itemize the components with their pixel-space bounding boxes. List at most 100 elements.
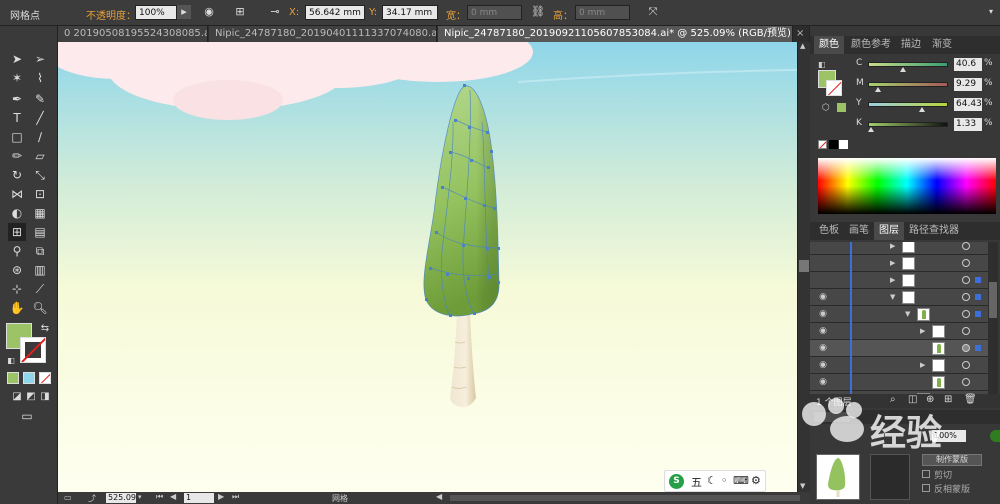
magenta-slider[interactable]: M 9.29 % <box>856 78 996 92</box>
width-tool-icon[interactable]: ⋈ <box>8 185 26 203</box>
black-input[interactable]: 1.33 <box>954 118 982 131</box>
layers-scrollbar[interactable] <box>988 242 998 394</box>
scroll-down-icon[interactable]: ▼ <box>800 482 805 490</box>
next-artboard-icon[interactable]: ▶ <box>218 492 224 501</box>
color-stroke-swatch[interactable] <box>826 80 842 96</box>
visibility-eye-icon[interactable]: ◉ <box>818 360 828 370</box>
make-mask-button[interactable]: 制作蒙版 <box>922 454 982 466</box>
color-spectrum[interactable] <box>818 158 996 214</box>
hand-tool-icon[interactable]: ✋ <box>8 299 26 317</box>
pencil-tool-icon[interactable]: ✏ <box>8 147 26 165</box>
yellow-slider[interactable]: Y 64.43 % <box>856 98 996 112</box>
cyan-slider[interactable]: C 40.6 % <box>856 58 996 72</box>
default-colors-icon[interactable]: ◧ <box>2 352 20 370</box>
layer-row[interactable]: ◉ ▼ <box>810 289 988 306</box>
mesh-tool-icon[interactable]: ⊞ <box>8 223 26 241</box>
locate-object-icon[interactable]: ⌕ <box>890 394 896 405</box>
eyedropper-tool-icon[interactable]: ⚲ <box>8 242 26 260</box>
tab-color[interactable]: 颜色 <box>814 36 844 54</box>
tab-gradient[interactable]: 渐变 <box>927 36 957 54</box>
last-artboard-icon[interactable]: ⏭ <box>232 492 239 502</box>
layer-row[interactable]: ◉ <box>810 374 988 391</box>
slice-tool-icon[interactable]: ⟋ <box>31 280 49 298</box>
tab-color-guide[interactable]: 颜色参考 <box>846 36 896 54</box>
x-input[interactable]: 56.642 mm <box>305 5 365 20</box>
visibility-eye-icon[interactable]: ◉ <box>818 309 828 319</box>
opacity-label[interactable]: 不透明度： <box>86 7 136 22</box>
black-slider[interactable]: K 1.33 % <box>856 118 996 132</box>
export-icon[interactable]: ⤴ <box>88 493 96 504</box>
direct-selection-tool-icon[interactable]: ➢ <box>31 50 49 68</box>
tab-transparency[interactable] <box>814 412 850 422</box>
curvature-tool-icon[interactable]: ✎ <box>31 90 49 108</box>
draw-inside-icon[interactable]: ◨ <box>36 388 54 406</box>
none-color-icon[interactable] <box>818 140 827 149</box>
pen-tool-icon[interactable]: ✒ <box>8 90 26 108</box>
lasso-tool-icon[interactable]: ⌇ <box>31 69 49 87</box>
y-input[interactable]: 34.17 mm <box>382 5 438 20</box>
layer-row[interactable]: ◉▶ <box>810 357 988 374</box>
first-artboard-icon[interactable]: ⏮ <box>156 492 163 502</box>
panel-menu-icon[interactable]: ▾ <box>984 5 998 19</box>
zoom-input[interactable]: 525.09 <box>106 493 136 503</box>
tab-swatches[interactable]: 色板 <box>814 222 844 240</box>
gamut-swatch[interactable] <box>837 103 846 112</box>
line-tool-icon[interactable]: ╱ <box>31 109 49 127</box>
rectangle-tool-icon[interactable]: □ <box>8 128 26 146</box>
prev-artboard-icon[interactable]: ◀ <box>170 492 176 501</box>
artboard-canvas[interactable]: S 五 ☾ ◦ ⌨ ⚙ <box>58 42 797 492</box>
tab-document-3[interactable]: Nipic_24787180_20190921105607853084.ai* … <box>438 26 793 42</box>
shape-builder-tool-icon[interactable]: ◐ <box>8 204 26 222</box>
align-grid-icon[interactable]: ⊞ <box>233 5 247 19</box>
clipping-mask-icon[interactable]: ◫ <box>908 394 917 405</box>
tab-stroke[interactable]: 描边 <box>896 36 926 54</box>
layer-row[interactable]: ▶ <box>810 242 988 255</box>
scroll-up-icon[interactable]: ▲ <box>800 42 805 50</box>
magenta-input[interactable]: 9.29 <box>954 78 982 91</box>
perspective-grid-tool-icon[interactable]: ▦ <box>31 204 49 222</box>
horizontal-scrollbar[interactable] <box>450 495 800 501</box>
eraser-tool-icon[interactable]: ▱ <box>31 147 49 165</box>
artboard-tool-icon[interactable]: ⊹ <box>8 280 26 298</box>
layer-row[interactable]: ◉▶ <box>810 323 988 340</box>
default-fill-stroke-icon[interactable]: ◧ <box>818 60 826 69</box>
visibility-eye-icon[interactable]: ◉ <box>818 377 828 387</box>
gradient-mode-icon[interactable] <box>23 372 35 384</box>
ime-toolbar[interactable]: S 五 ☾ ◦ ⌨ ⚙ <box>664 470 766 492</box>
none-mode-icon[interactable] <box>39 372 51 384</box>
artboard-nav-icon[interactable]: ▭ <box>64 493 72 502</box>
visibility-eye-icon[interactable]: ◉ <box>818 292 828 302</box>
anchor-convert-icon[interactable]: ⊸ <box>268 5 282 19</box>
tab-document-1[interactable]: 0 20190508195524308085.ai* × <box>58 26 208 42</box>
cyan-input[interactable]: 40.6 <box>954 58 982 71</box>
symbol-sprayer-tool-icon[interactable]: ⊛ <box>8 261 26 279</box>
tab-document-3-close-icon[interactable]: × <box>793 26 810 42</box>
zoom-dropdown-icon[interactable]: ▾ <box>138 493 142 501</box>
layer-row[interactable]: ▶ <box>810 272 988 289</box>
transparency-toggle[interactable] <box>990 430 1000 442</box>
tab-brushes[interactable]: 画笔 <box>844 222 874 240</box>
object-thumbnail[interactable] <box>816 454 860 500</box>
swap-fill-stroke-icon[interactable]: ⇆ <box>36 320 54 338</box>
new-layer-icon[interactable]: ⊞ <box>944 394 952 405</box>
layer-row[interactable]: ▶ <box>810 255 988 272</box>
tab-document-2[interactable]: Nipic_24787180_20190401111337074080.ai* … <box>209 26 437 42</box>
transparency-opacity-input[interactable]: 100% <box>932 430 966 442</box>
mask-thumbnail[interactable] <box>870 454 910 500</box>
visibility-eye-icon[interactable]: ◉ <box>818 326 828 336</box>
zoom-tool-icon[interactable]: 🔍︎ <box>31 299 49 317</box>
width-input[interactable]: 0 mm <box>467 5 522 20</box>
recolor-icon[interactable]: ◉ <box>202 5 216 19</box>
tab-pathfinder[interactable]: 路径查找器 <box>904 222 964 240</box>
vertical-scrollbar[interactable]: ▲ ▼ <box>797 42 810 492</box>
selection-tool-icon[interactable]: ➤ <box>8 50 26 68</box>
yellow-input[interactable]: 64.43 <box>954 98 982 111</box>
transform-icon[interactable]: ⤧ <box>646 5 660 19</box>
visibility-eye-icon[interactable]: ◉ <box>818 343 828 353</box>
black-swatch[interactable] <box>829 140 838 149</box>
paintbrush-tool-icon[interactable]: ∕ <box>31 128 49 146</box>
column-graph-tool-icon[interactable]: ▥ <box>31 261 49 279</box>
layer-row-selected[interactable]: ◉ <box>810 340 988 357</box>
opacity-input[interactable]: 100% <box>135 5 177 20</box>
type-tool-icon[interactable]: T <box>8 109 26 127</box>
